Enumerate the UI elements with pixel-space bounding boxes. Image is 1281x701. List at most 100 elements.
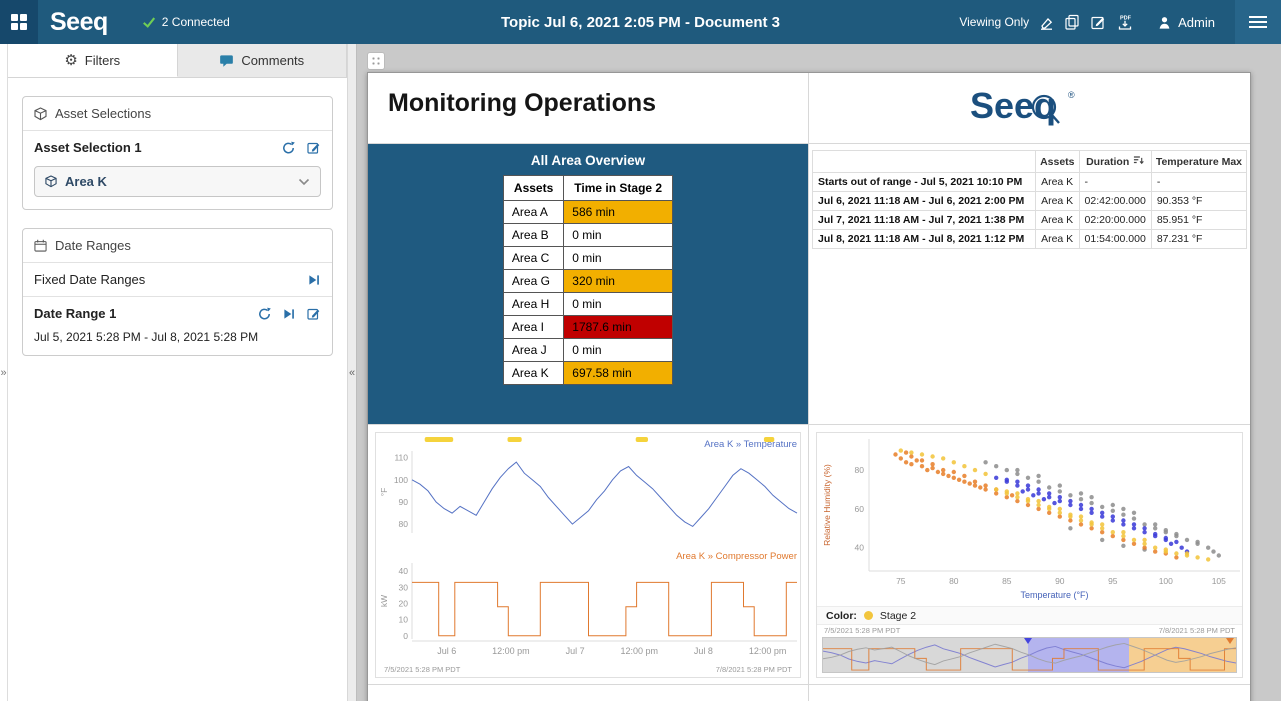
condition-cell: 01:54:00.000 [1079,230,1151,249]
user-menu-button[interactable]: Admin [1151,14,1221,31]
step-forward-icon [283,308,295,320]
svg-text:60: 60 [855,504,865,514]
condition-header-row: AssetsDurationTemperature Max [813,151,1247,173]
svg-text:Relative Humidity (%): Relative Humidity (%) [822,464,832,546]
duplicate-document-icon [1064,14,1080,30]
condition-cell: Area K [1036,230,1079,249]
pdf-export-button[interactable]: PDF [1115,13,1135,32]
edit-asset-button[interactable] [306,140,321,155]
top-bar: Seeq 2 Connected Topic Jul 6, 2021 2:05 … [0,0,1281,44]
scatter-color-legend: Color: Stage 2 [817,606,1242,625]
refresh-icon [282,141,295,154]
svg-text:0: 0 [403,631,408,641]
worksheet-panel-collapse-rail[interactable]: » [0,44,8,701]
condition-row: Starts out of range - Jul 5, 2021 10:10 … [813,173,1247,192]
scatter-start-timestamp: 7/5/2021 5:28 PM PDT [824,626,900,635]
condition-table: AssetsDurationTemperature MaxStarts out … [812,150,1247,249]
asset-dropdown[interactable]: Area K [34,166,321,197]
overview-table: AssetsTime in Stage 2Area A586 minArea B… [503,175,673,385]
overview-value-cell: 320 min [564,270,673,293]
svg-text:10: 10 [399,615,409,625]
svg-text:Seeq: Seeq [970,85,1056,126]
svg-text:90: 90 [399,497,409,507]
overview-value-cell: 0 min [564,224,673,247]
sidebar-collapse-handle[interactable]: « [347,44,357,701]
overview-value-cell: 697.58 min [564,362,673,385]
sort-icon [1133,155,1144,166]
hamburger-menu-button[interactable] [1235,0,1281,44]
edit-icon [307,307,320,320]
condition-column-header-duration[interactable]: Duration [1079,151,1151,173]
trend-chart-cell: 8090100110°F010203040kWArea K » Temperat… [368,425,809,685]
svg-text:Jul 6: Jul 6 [437,646,456,656]
pdf-export-icon: PDF [1116,14,1134,31]
condition-cell: 02:20:00.000 [1079,211,1151,230]
overview-row: Area H0 min [503,293,672,316]
asset-selections-card: Asset Selections Asset Selection 1 [22,96,333,210]
asset-selections-label: Asset Selections [55,106,151,121]
overview-value-cell: 0 min [564,339,673,362]
condition-cell: Starts out of range - Jul 5, 2021 10:10 … [813,173,1036,192]
overview-column-header: Assets [503,176,563,201]
refresh-date-range-button[interactable] [257,306,272,321]
stage2-legend-entry: Stage 2 [880,610,916,622]
drag-dots-icon [371,56,382,67]
condition-cell: Jul 6, 2021 11:18 AM - Jul 6, 2021 2:00 … [813,192,1036,211]
overview-column-header: Time in Stage 2 [564,176,673,201]
svg-text:®: ® [1068,90,1075,100]
document-empty-cell [809,685,1250,701]
trend-chart[interactable]: 8090100110°F010203040kWArea K » Temperat… [375,432,801,678]
svg-text:12:00 pm: 12:00 pm [749,646,787,656]
overview-row: Area G320 min [503,270,672,293]
svg-text:°F: °F [379,488,389,497]
timebar-marker[interactable] [1024,638,1032,644]
selected-asset-label: Area K [65,174,107,189]
condition-cell: Jul 8, 2021 11:18 AM - Jul 8, 2021 1:12 … [813,230,1036,249]
page-title: Monitoring Operations [388,89,808,118]
overview-asset-cell: Area A [503,201,563,224]
timebar-marker[interactable] [1226,638,1234,644]
overview-row: Area K697.58 min [503,362,672,385]
svg-text:Jul 7: Jul 7 [566,646,585,656]
condition-row: Jul 8, 2021 11:18 AM - Jul 8, 2021 1:12 … [813,230,1247,249]
svg-text:Jul 8: Jul 8 [694,646,713,656]
document-logo-cell: Seeq ® [809,73,1250,144]
expand-right-icon: » [0,367,6,379]
asset-selection-row: Asset Selection 1 [23,131,332,164]
overview-timebar[interactable] [822,637,1237,673]
overview-asset-cell: Area B [503,224,563,247]
annotate-eraser-button[interactable] [1037,13,1055,31]
scatter-end-timestamp: 7/8/2021 5:28 PM PDT [1159,626,1235,635]
overview-row: Area I1787.6 min [503,316,672,339]
seeq-logo[interactable]: Seeq [50,8,108,37]
document-tools: PDF [1037,13,1135,32]
seeq-app: Seeq 2 Connected Topic Jul 6, 2021 2:05 … [0,0,1281,701]
trend-chart-svg: 8090100110°F010203040kWArea K » Temperat… [376,433,803,677]
date-range-value: Jul 5, 2021 5:28 PM - Jul 8, 2021 5:28 P… [23,330,332,355]
calendar-icon [34,239,47,252]
connection-status[interactable]: 2 Connected [136,14,236,30]
overview-value-cell: 1787.6 min [564,316,673,339]
fixed-date-ranges-row[interactable]: Fixed Date Ranges [23,263,332,297]
tab-comments[interactable]: Comments [178,44,348,77]
edit-icon [307,141,320,154]
edit-date-range-button[interactable] [306,306,321,321]
apps-menu-button[interactable] [0,0,38,44]
svg-text:40: 40 [399,566,409,576]
refresh-asset-button[interactable] [281,140,296,155]
overview-row: Area B0 min [503,224,672,247]
svg-text:105: 105 [1212,576,1226,586]
svg-text:kW: kW [379,595,389,607]
step-date-range-button[interactable] [282,307,296,321]
edit-document-button[interactable] [1089,13,1107,31]
overview-asset-cell: Area G [503,270,563,293]
duplicate-document-button[interactable] [1063,13,1081,31]
tab-filters[interactable]: ⚙ Filters [8,44,178,77]
document-drag-handle[interactable] [367,52,385,70]
overview-asset-cell: Area K [503,362,563,385]
check-icon [142,15,156,29]
scatter-chart[interactable]: 4060807580859095100105Relative Humidity … [816,432,1243,678]
scatter-plot[interactable]: 4060807580859095100105Relative Humidity … [817,433,1242,606]
stage2-legend-dot [864,611,873,620]
step-all-forward-button[interactable] [307,273,321,287]
